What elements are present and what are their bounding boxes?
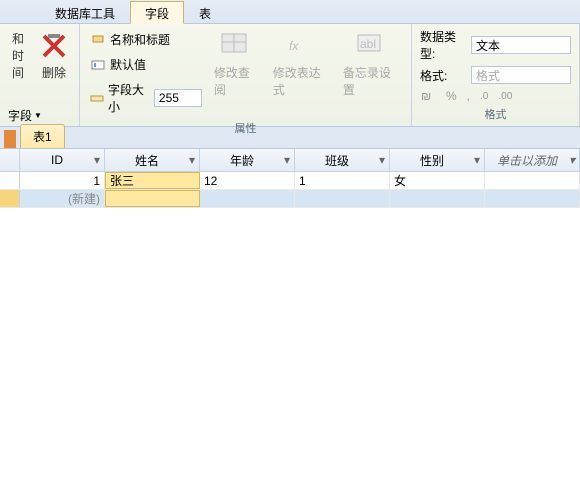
chevron-down-icon: ▼ xyxy=(34,111,42,120)
sheet-tab-1[interactable]: 表1 xyxy=(20,124,65,148)
fx-icon: fx xyxy=(285,30,317,62)
comma-button[interactable]: , xyxy=(467,89,470,103)
cell-name[interactable]: 张三 xyxy=(105,172,200,189)
cell-sex[interactable]: 女 xyxy=(390,172,485,189)
currency-icon[interactable]: ₪ xyxy=(420,88,436,104)
delete-icon xyxy=(38,30,70,62)
group-format-label: 格式 xyxy=(420,104,571,124)
format-label: 格式: xyxy=(420,67,465,84)
default-icon xyxy=(90,57,106,73)
row-selector[interactable] xyxy=(0,172,20,189)
cell-class[interactable] xyxy=(295,190,390,207)
chevron-down-icon[interactable]: ▾ xyxy=(567,155,577,165)
field-size-input[interactable] xyxy=(154,89,202,107)
data-type-label: 数据类型: xyxy=(420,28,465,62)
chevron-down-icon[interactable]: ▾ xyxy=(92,155,102,165)
modify-lookup-button: 修改查阅 xyxy=(210,28,263,100)
cell-class[interactable]: 1 xyxy=(295,172,390,189)
column-header-add[interactable]: 单击以添加▾ xyxy=(485,149,580,171)
svg-text:abl: abl xyxy=(360,37,376,51)
group-properties-label: 属性 xyxy=(88,118,403,138)
format-select[interactable] xyxy=(471,66,571,84)
row-selector[interactable] xyxy=(0,190,20,207)
svg-text:₪: ₪ xyxy=(421,89,431,103)
chevron-down-icon[interactable]: ▾ xyxy=(472,155,482,165)
svg-text:fx: fx xyxy=(289,39,299,53)
default-value-button[interactable]: 默认值 xyxy=(88,55,204,74)
tag-icon xyxy=(90,32,106,48)
tab-fields[interactable]: 字段 xyxy=(130,1,184,24)
column-header-class[interactable]: 班级▾ xyxy=(295,149,390,171)
table-icon xyxy=(220,30,252,62)
ribbon-tab-strip: 数据库工具 字段 表 xyxy=(0,0,580,24)
chevron-down-icon[interactable]: ▾ xyxy=(282,155,292,165)
group-properties: 名称和标题 默认值 字段大小 修改查阅 fx 修改表达式 xyxy=(80,24,412,126)
datasheet-grid: ID▾ 姓名▾ 年龄▾ 班级▾ 性别▾ 单击以添加▾ 1 张三 12 1 女 (… xyxy=(0,149,580,208)
cell-add[interactable] xyxy=(485,190,580,207)
delete-button[interactable]: 删除 xyxy=(34,28,74,83)
cell-age[interactable]: 12 xyxy=(200,172,295,189)
grid-header-row: ID▾ 姓名▾ 年龄▾ 班级▾ 性别▾ 单击以添加▾ xyxy=(0,149,580,172)
group-left: 和时间 删除 字段▼ xyxy=(0,24,80,126)
column-header-sex[interactable]: 性别▾ xyxy=(390,149,485,171)
cell-add[interactable] xyxy=(485,172,580,189)
percent-button[interactable]: % xyxy=(446,89,457,103)
delete-label: 删除 xyxy=(42,64,66,81)
chevron-down-icon[interactable]: ▾ xyxy=(377,155,387,165)
datetime-label: 和时间 xyxy=(12,30,24,81)
column-header-name[interactable]: 姓名▾ xyxy=(105,149,200,171)
cell-new[interactable]: (新建) xyxy=(20,190,105,207)
select-all-cell[interactable] xyxy=(0,149,20,171)
name-title-button[interactable]: 名称和标题 xyxy=(88,30,204,49)
datasheet-icon xyxy=(4,130,16,148)
cell-name[interactable] xyxy=(105,190,200,207)
ruler-icon xyxy=(90,90,104,106)
column-header-id[interactable]: ID▾ xyxy=(20,149,105,171)
modify-expression-button: fx 修改表达式 xyxy=(269,28,333,100)
datetime-button[interactable]: 和时间 xyxy=(8,28,28,83)
chevron-down-icon[interactable]: ▾ xyxy=(187,155,197,165)
field-dropdown[interactable]: 字段▼ xyxy=(8,107,71,124)
group-format: 数据类型: 格式: ₪ % , .0 .00 格式 xyxy=(412,24,580,126)
memo-icon: abl xyxy=(355,30,387,62)
ribbon: 和时间 删除 字段▼ 名称和标题 默认值 xyxy=(0,24,580,127)
memo-settings-button: abl 备忘录设置 xyxy=(339,28,403,100)
field-size-label: 字段大小 xyxy=(108,81,150,115)
table-row-new[interactable]: (新建) xyxy=(0,190,580,208)
cell-sex[interactable] xyxy=(390,190,485,207)
tab-database-tools[interactable]: 数据库工具 xyxy=(40,1,130,24)
tab-table[interactable]: 表 xyxy=(184,1,226,24)
cell-id[interactable]: 1 xyxy=(20,172,105,189)
field-size-row: 字段大小 xyxy=(88,80,204,116)
data-type-select[interactable] xyxy=(471,36,571,54)
decrease-decimal-button[interactable]: .0 xyxy=(480,91,488,102)
column-header-age[interactable]: 年龄▾ xyxy=(200,149,295,171)
table-row[interactable]: 1 张三 12 1 女 xyxy=(0,172,580,190)
cell-age[interactable] xyxy=(200,190,295,207)
increase-decimal-button[interactable]: .00 xyxy=(498,91,512,102)
